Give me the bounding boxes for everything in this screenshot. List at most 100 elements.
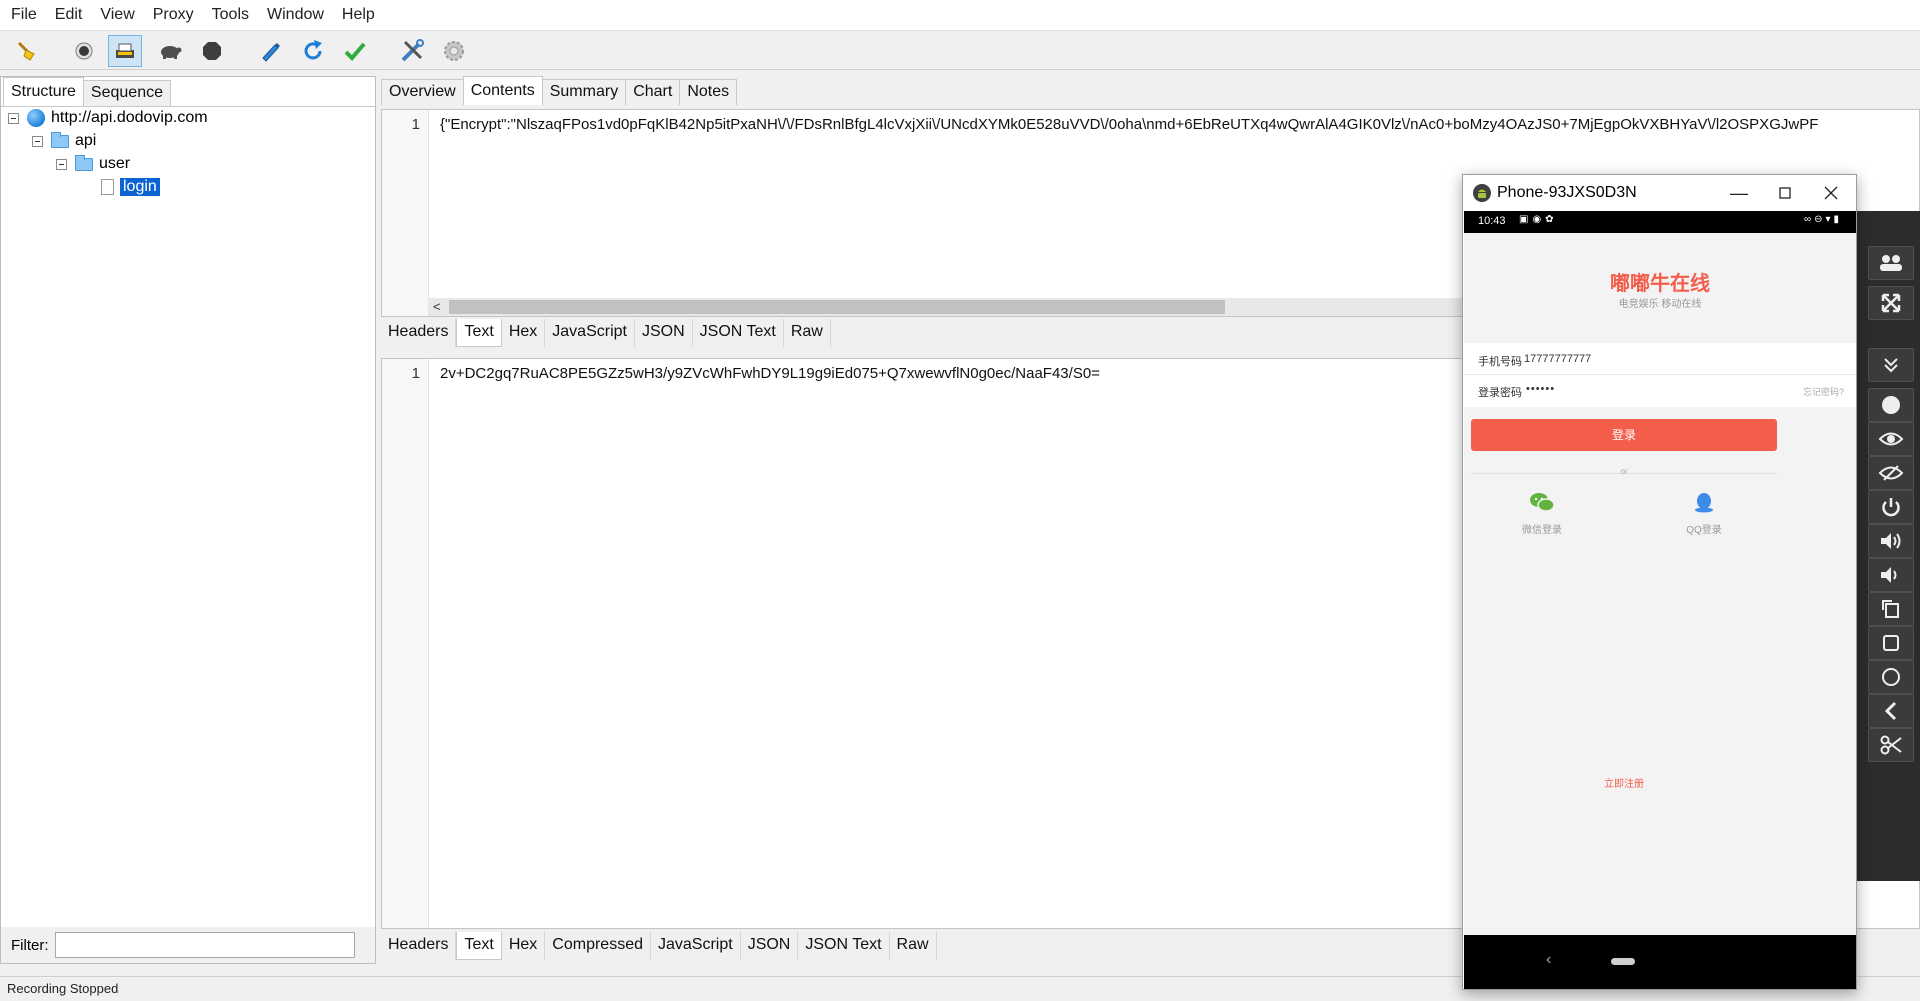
wechat-login[interactable]: 微信登录 xyxy=(1521,491,1563,536)
phone-titlebar[interactable]: Phone-93JXS0D3N — xyxy=(1463,175,1856,211)
password-input[interactable]: •••••• xyxy=(1526,383,1555,395)
resp-tab-json-text[interactable]: JSON Text xyxy=(798,932,890,960)
signal-battery-icon: ∞⊖▾▮ xyxy=(1803,214,1842,225)
folder-icon xyxy=(75,154,93,171)
rotate-icon[interactable] xyxy=(1868,592,1914,626)
resp-tab-text[interactable]: Text xyxy=(456,932,502,960)
tab-structure[interactable]: Structure xyxy=(3,77,84,106)
left-tabstrip: Structure Sequence xyxy=(3,77,171,106)
file-icon xyxy=(101,179,114,195)
tab-chart[interactable]: Chart xyxy=(625,79,681,105)
group-icon[interactable] xyxy=(1868,246,1914,280)
menu-help[interactable]: Help xyxy=(333,0,384,30)
qq-icon xyxy=(1695,493,1713,513)
wechat-label: 微信登录 xyxy=(1522,525,1562,536)
android-status-bar: 10:43 ▣◉✿ ∞⊖▾▮ xyxy=(1464,211,1856,233)
req-tab-json-text[interactable]: JSON Text xyxy=(693,319,784,347)
tab-contents[interactable]: Contents xyxy=(462,76,543,105)
resp-tab-hex[interactable]: Hex xyxy=(502,932,546,960)
tree-node-host[interactable]: http://api.dodovip.com xyxy=(8,107,208,129)
maximize-button[interactable] xyxy=(1762,175,1808,211)
broom-icon[interactable] xyxy=(10,35,44,67)
phone-window: Phone-93JXS0D3N — 10:43 ▣◉✿ ∞⊖▾▮ 嘟嘟牛在线 电… xyxy=(1462,174,1857,990)
req-tab-javascript[interactable]: JavaScript xyxy=(545,319,635,347)
eye-off-icon[interactable] xyxy=(1868,456,1914,490)
folder-user-label: user xyxy=(99,155,131,172)
fullscreen-icon[interactable] xyxy=(1868,286,1914,320)
req-tab-raw[interactable]: Raw xyxy=(784,319,831,347)
record-icon[interactable] xyxy=(67,35,101,67)
minimize-button[interactable]: — xyxy=(1716,175,1762,211)
menu-view[interactable]: View xyxy=(91,0,143,30)
host-label: http://api.dodovip.com xyxy=(51,109,208,126)
tree-node-api[interactable]: api xyxy=(32,130,96,152)
stop-icon[interactable] xyxy=(195,35,229,67)
ssl-proxy-icon[interactable] xyxy=(108,35,142,67)
phone-number-row[interactable]: 手机号码 17777777777 xyxy=(1464,343,1856,375)
collapse-toggle-icon[interactable] xyxy=(56,158,67,170)
scroll-left-icon[interactable]: < xyxy=(433,298,441,316)
volume-down-icon[interactable] xyxy=(1868,558,1914,592)
pen-icon[interactable] xyxy=(253,35,287,67)
resp-tab-javascript[interactable]: JavaScript xyxy=(651,932,741,960)
cut-icon[interactable] xyxy=(1868,728,1914,762)
nav-back-icon[interactable]: ‹ xyxy=(1546,951,1551,969)
tab-notes[interactable]: Notes xyxy=(679,79,738,105)
throttle-icon[interactable] xyxy=(153,35,187,67)
tree-node-login[interactable]: login xyxy=(101,176,160,198)
refresh-icon[interactable] xyxy=(296,35,330,67)
settings-icon[interactable] xyxy=(437,35,471,67)
back-icon[interactable] xyxy=(1868,694,1914,728)
line-number: 1 xyxy=(411,365,420,382)
emulator-tool-strip xyxy=(1856,211,1920,881)
tree-node-user[interactable]: user xyxy=(56,153,130,175)
filter-input[interactable] xyxy=(54,932,355,958)
collapse-icon[interactable] xyxy=(1868,348,1914,382)
tab-overview[interactable]: Overview xyxy=(381,79,464,105)
menu-proxy[interactable]: Proxy xyxy=(144,0,203,30)
menu-window[interactable]: Window xyxy=(258,0,333,30)
nav-home-icon[interactable] xyxy=(1611,958,1635,965)
power-icon[interactable] xyxy=(1868,490,1914,524)
forgot-password-link[interactable]: 忘记密码? xyxy=(1803,385,1844,398)
circle-icon[interactable] xyxy=(1868,660,1914,694)
phone-screen[interactable]: 10:43 ▣◉✿ ∞⊖▾▮ 嘟嘟牛在线 电竞娱乐 移动在线 手机号码 1777… xyxy=(1464,211,1856,989)
eye-icon[interactable] xyxy=(1868,422,1914,456)
tab-summary[interactable]: Summary xyxy=(541,79,627,105)
tools-icon[interactable] xyxy=(395,35,429,67)
status-time: 10:43 xyxy=(1478,215,1506,227)
tab-sequence[interactable]: Sequence xyxy=(82,80,171,106)
login-button[interactable]: 登录 xyxy=(1471,419,1777,451)
folder-icon xyxy=(51,131,69,148)
resp-tab-headers[interactable]: Headers xyxy=(381,932,457,960)
menu-edit[interactable]: Edit xyxy=(46,0,92,30)
wechat-icon xyxy=(1530,493,1555,512)
collapse-toggle-icon[interactable] xyxy=(32,135,43,147)
scroll-thumb[interactable] xyxy=(449,300,1225,314)
req-tab-hex[interactable]: Hex xyxy=(502,319,546,347)
request-body-text: {"Encrypt":"NlszaqFPos1vd0pFqKlB42Np5itP… xyxy=(440,116,1819,133)
req-tab-headers[interactable]: Headers xyxy=(381,319,457,347)
line-gutter xyxy=(382,359,429,928)
request-subtabs: Headers Text Hex JavaScript JSON JSON Te… xyxy=(381,319,831,347)
menu-bar: File Edit View Proxy Tools Window Help xyxy=(0,0,1920,30)
req-tab-text[interactable]: Text xyxy=(456,319,502,347)
qq-login[interactable]: QQ登录 xyxy=(1684,491,1724,536)
menu-file[interactable]: File xyxy=(2,0,46,30)
app-title: 嘟嘟牛在线 xyxy=(1610,273,1710,295)
resp-tab-compressed[interactable]: Compressed xyxy=(545,932,651,960)
collapse-toggle-icon[interactable] xyxy=(8,112,19,124)
or-separator: or xyxy=(1620,467,1628,476)
resp-tab-raw[interactable]: Raw xyxy=(890,932,937,960)
password-row[interactable]: 登录密码 •••••• 忘记密码? xyxy=(1464,375,1856,407)
close-button[interactable] xyxy=(1808,175,1854,211)
square-icon[interactable] xyxy=(1868,626,1914,660)
menu-tools[interactable]: Tools xyxy=(203,0,258,30)
req-tab-json[interactable]: JSON xyxy=(635,319,693,347)
validate-icon[interactable] xyxy=(338,35,372,67)
record-dot-icon[interactable] xyxy=(1868,388,1914,422)
volume-up-icon[interactable] xyxy=(1868,524,1914,558)
resp-tab-json[interactable]: JSON xyxy=(741,932,799,960)
phone-number-input[interactable]: 17777777777 xyxy=(1524,353,1591,365)
register-link[interactable]: 立即注册 xyxy=(1464,775,1784,790)
